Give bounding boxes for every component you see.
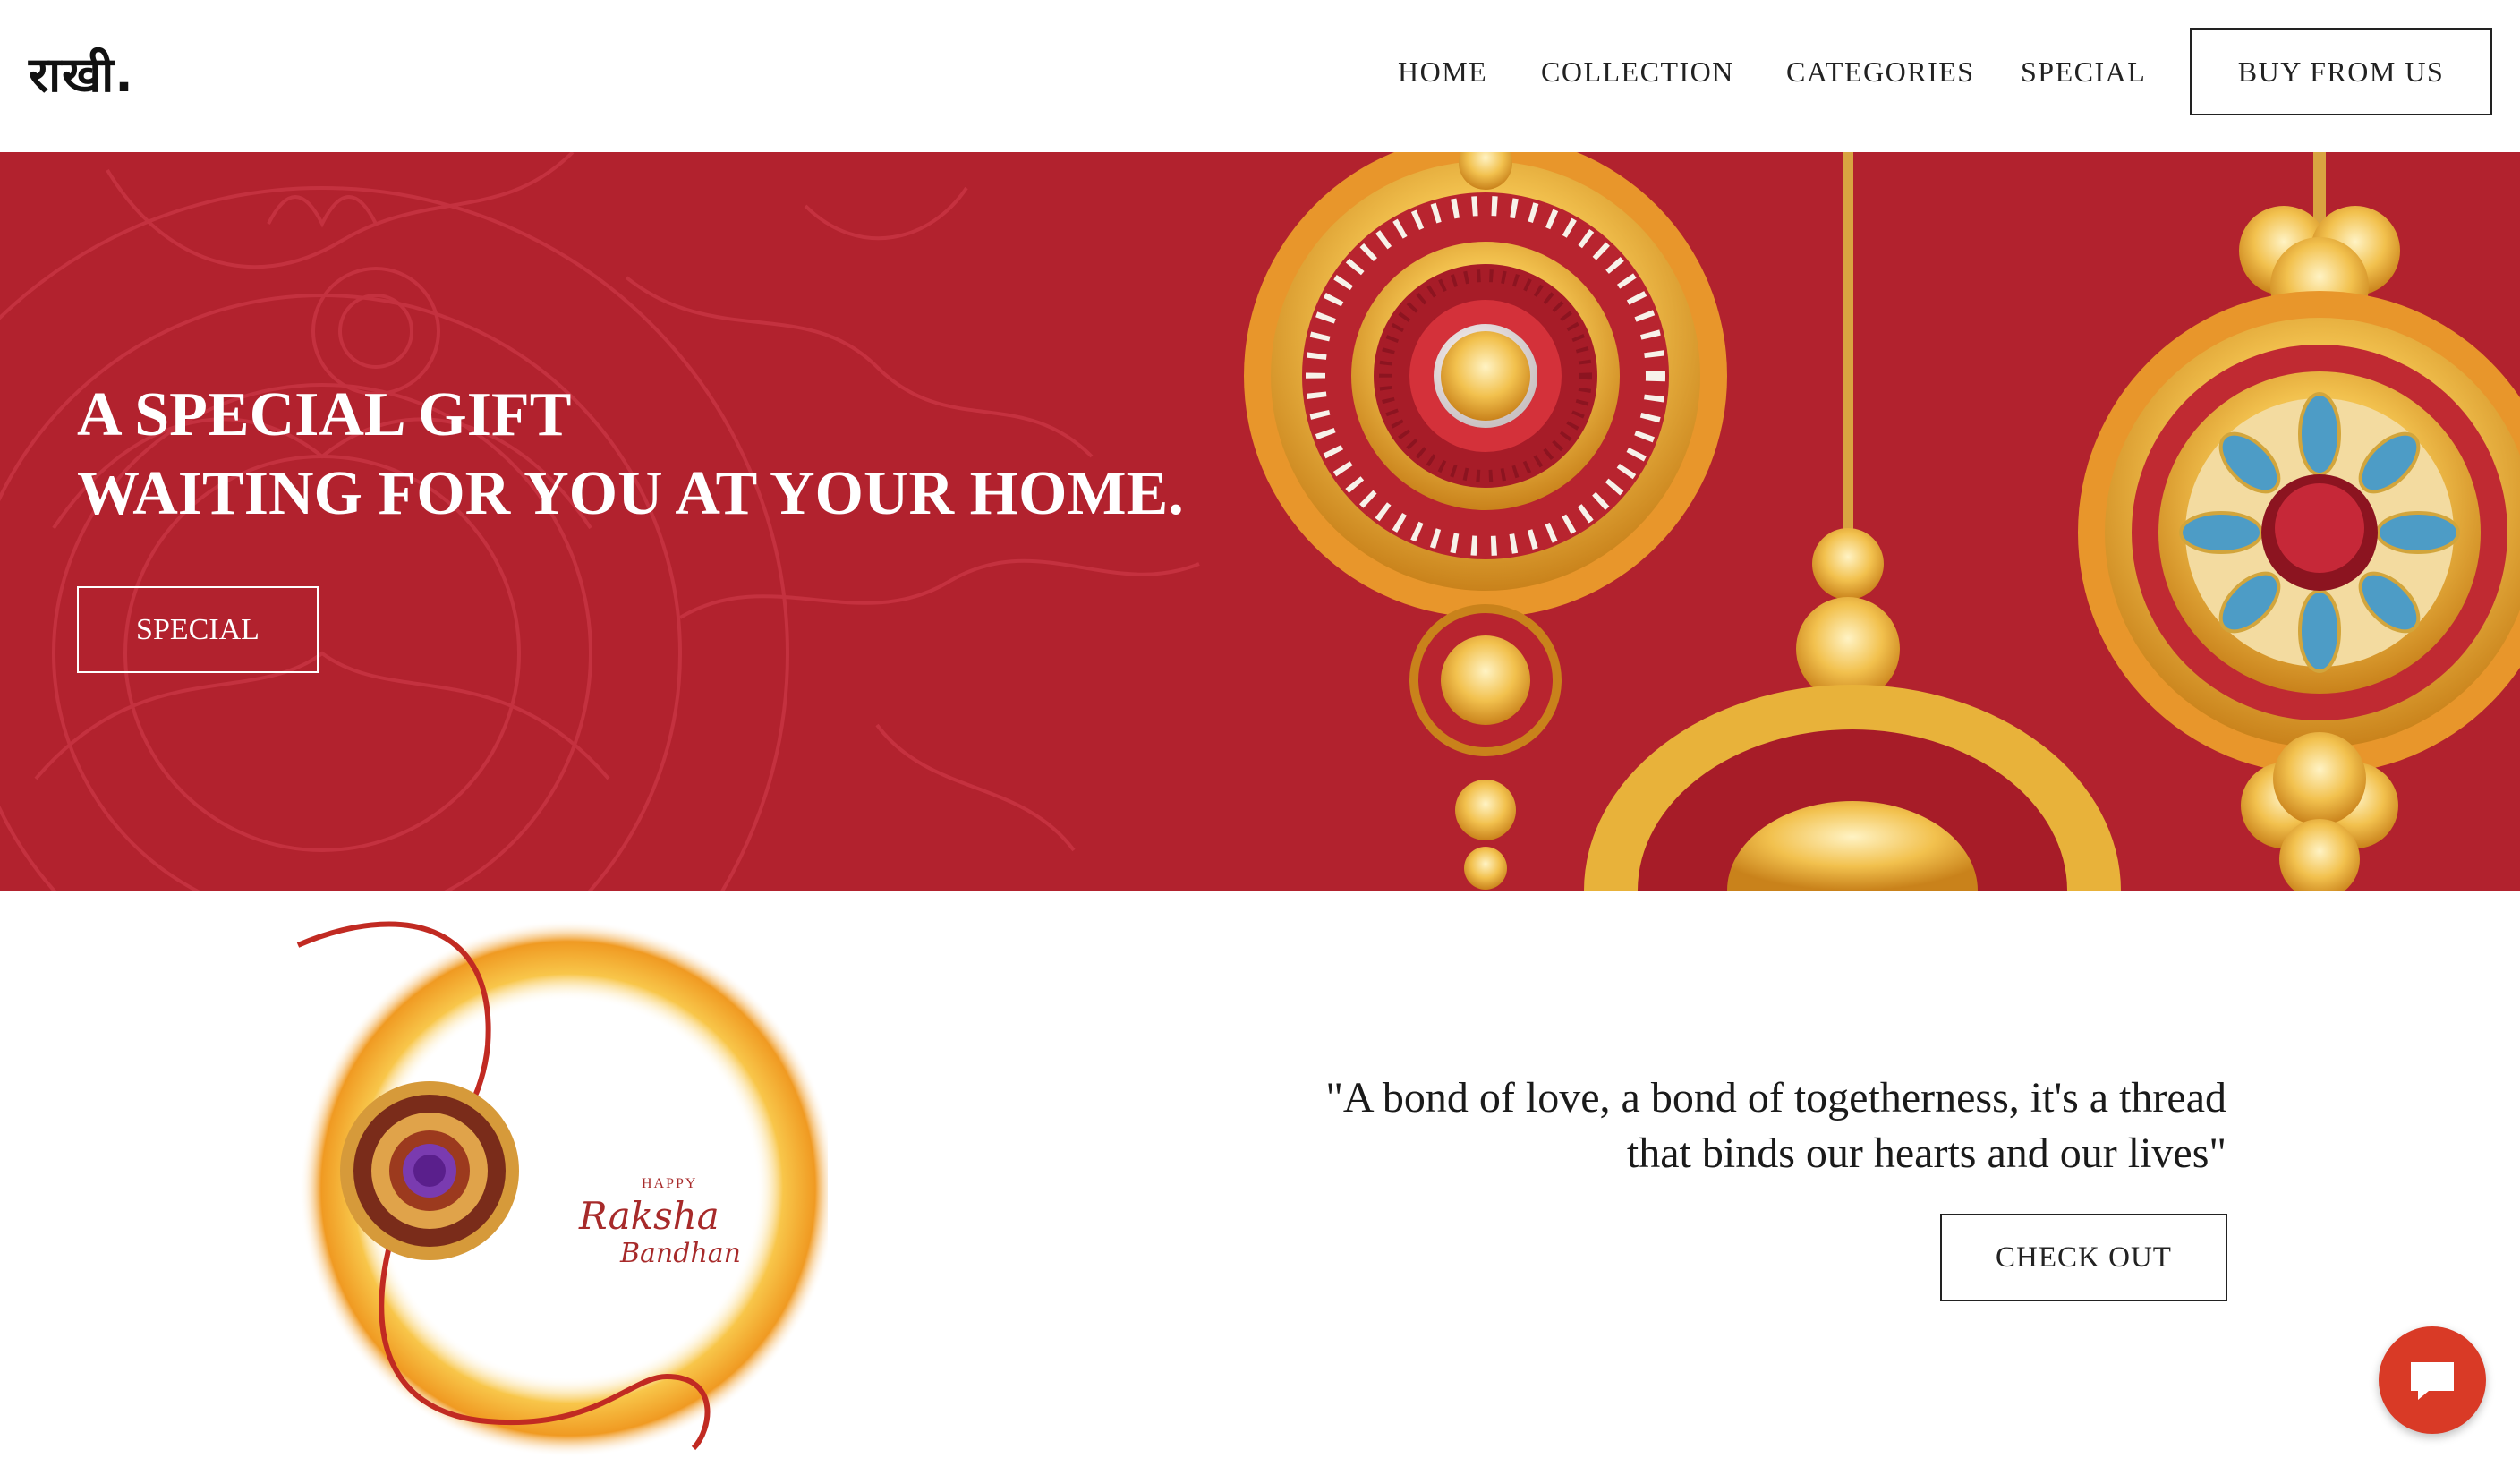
hero-title-line-1: A SPECIAL GIFT [77,380,572,449]
card-title-text: Raksha [578,1194,719,1238]
quote-line-2: that binds our hearts and our lives" [1626,1130,2226,1177]
chat-button[interactable] [2379,1326,2486,1434]
rakhi-illustration [1244,152,2520,891]
buy-from-us-button[interactable]: BUY FROM US [2190,28,2492,115]
check-out-button[interactable]: CHECK OUT [1940,1214,2227,1301]
card-happy-text: HAPPY [642,1176,697,1191]
quote-line-1: "A bond of love, a bond of togetherness,… [1325,1074,2226,1121]
hero-banner: A SPECIAL GIFT WAITING FOR YOU AT YOUR H… [0,152,2520,891]
chat-bubble-icon [2411,1362,2454,1400]
hero-title-line-2: WAITING FOR YOU AT YOUR HOME. [77,459,1184,528]
nav-special[interactable]: SPECIAL [2021,55,2146,89]
promo-quote: "A bond of love, a bond of togetherness,… [1063,1070,2226,1181]
site-header: राखी. HOME COLLECTION CATEGORIES SPECIAL… [0,0,2520,152]
nav-categories[interactable]: CATEGORIES [1786,55,1975,89]
nav-home[interactable]: HOME [1398,55,1487,89]
raksha-bandhan-card: HAPPY Raksha Bandhan [296,920,828,1457]
rakhi-flower [340,1081,519,1260]
rakhi-right [2078,152,2520,891]
nav-collection[interactable]: COLLECTION [1541,55,1734,89]
card-subtitle-text: Bandhan [619,1238,741,1269]
special-button[interactable]: SPECIAL [77,586,319,673]
main-nav: HOME COLLECTION CATEGORIES SPECIAL [0,55,2520,91]
hero-title: A SPECIAL GIFT WAITING FOR YOU AT YOUR H… [77,376,1184,533]
